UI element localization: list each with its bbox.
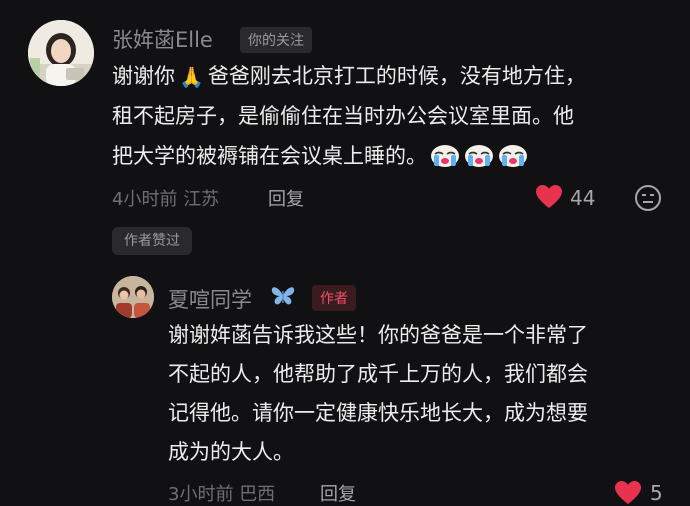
following-tag: 你的关注 bbox=[240, 27, 312, 53]
commenter-username[interactable]: 张姩菡Elle bbox=[112, 24, 213, 54]
commenter-avatar[interactable] bbox=[28, 20, 94, 86]
comment-text-part: 爸爸刚去北京打工的时候，没有地方住， bbox=[207, 64, 586, 88]
author-liked-badge: 作者赞过 bbox=[112, 227, 192, 255]
reply-text-line-3: 记得他。请你一定健康快乐地长大，成为想要 bbox=[168, 401, 588, 425]
group-photo-image bbox=[112, 276, 154, 318]
replier-avatar[interactable] bbox=[112, 276, 154, 318]
comment-text-part: 把大学的被褥铺在会议桌上睡的。 bbox=[112, 144, 427, 168]
pray-emoji-icon: 🙏 bbox=[179, 65, 204, 89]
reply-reply-button[interactable]: 回复 bbox=[320, 480, 356, 506]
comment-text-line-1: 谢谢你 🙏 爸爸刚去北京打工的时候，没有地方住， bbox=[112, 56, 586, 97]
reply-text-line-4: 成为的大人。 bbox=[168, 440, 294, 464]
reply-meta: 3小时前 巴西 bbox=[168, 480, 275, 506]
reply-text-line-2: 不起的人，他帮助了成千上万的人，我们都会 bbox=[168, 362, 588, 386]
reply-time: 3小时前 bbox=[168, 484, 234, 505]
butterfly-icon bbox=[271, 287, 295, 305]
comment-text-line-2: 租不起房子，是偷偷住在当时办公会议室里面。他 bbox=[112, 104, 574, 128]
comment-meta: 4小时前 江苏 bbox=[112, 185, 219, 211]
comment-text-line-3: 把大学的被褥铺在会议桌上睡的。 bbox=[112, 136, 529, 176]
like-count: 44 bbox=[570, 186, 596, 210]
crying-emoji-icon bbox=[499, 145, 527, 167]
girl-portrait-image bbox=[28, 20, 94, 86]
heart-icon[interactable] bbox=[535, 184, 563, 210]
reply-location: 巴西 bbox=[239, 484, 276, 505]
comment-time: 4小时前 bbox=[112, 189, 178, 210]
reply-button[interactable]: 回复 bbox=[268, 185, 304, 211]
author-tag: 作者 bbox=[312, 285, 356, 311]
reply-heart-icon[interactable] bbox=[614, 480, 642, 506]
replier-username[interactable]: 夏喧同学 bbox=[168, 284, 252, 314]
comment-text-part: 谢谢你 bbox=[112, 64, 175, 88]
emoji-reaction-icon[interactable] bbox=[634, 184, 662, 212]
crying-emoji-icon bbox=[431, 145, 459, 167]
reply-text-line-1: 谢谢姩菡告诉我这些！你的爸爸是一个非常了 bbox=[168, 323, 588, 347]
comment-location: 江苏 bbox=[183, 189, 220, 210]
crying-emoji-icon bbox=[465, 145, 493, 167]
reply-like-count: 5 bbox=[650, 481, 663, 505]
